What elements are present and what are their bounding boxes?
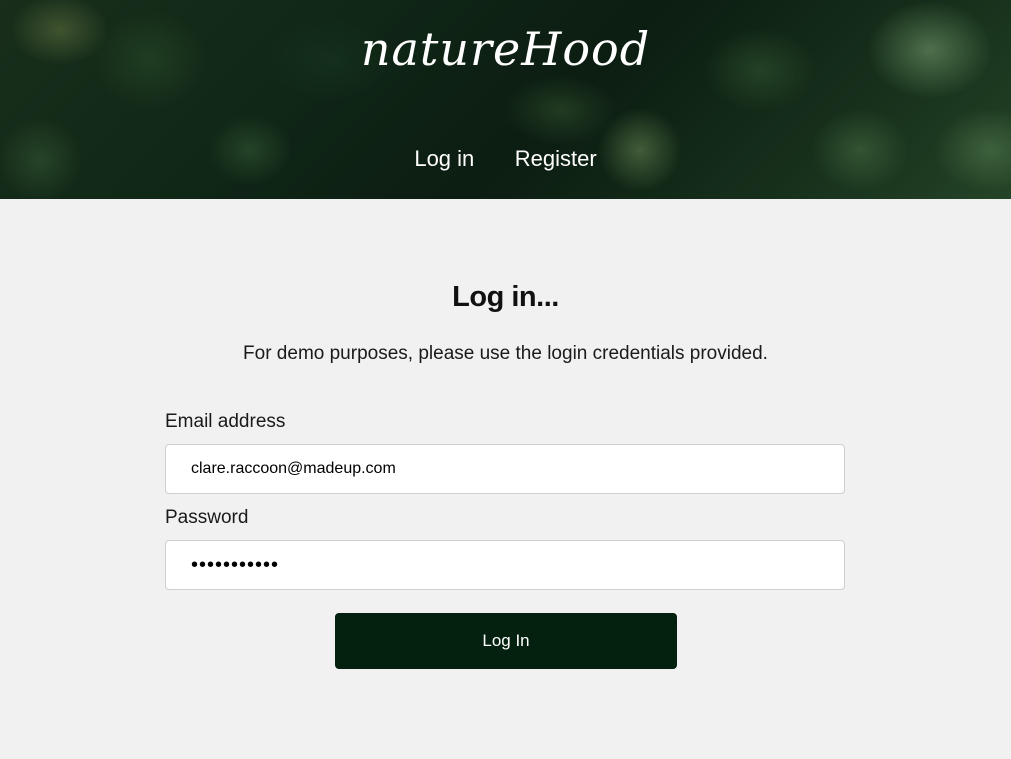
login-button[interactable]: Log In [335,613,677,669]
nav-register-link[interactable]: Register [515,146,597,172]
demo-notice: For demo purposes, please use the login … [243,343,768,364]
nav-login-link[interactable]: Log in [414,146,474,172]
login-section: Log in... For demo purposes, please use … [0,199,1011,759]
header-banner: natureHood Log in Register [0,0,1011,199]
email-label: Email address [165,411,286,432]
site-logo[interactable]: natureHood [0,22,1011,76]
main-nav: Log in Register [0,146,1011,172]
email-field[interactable] [165,444,845,494]
password-field[interactable] [165,540,845,590]
page-title: Log in... [452,281,559,313]
password-label: Password [165,507,249,528]
